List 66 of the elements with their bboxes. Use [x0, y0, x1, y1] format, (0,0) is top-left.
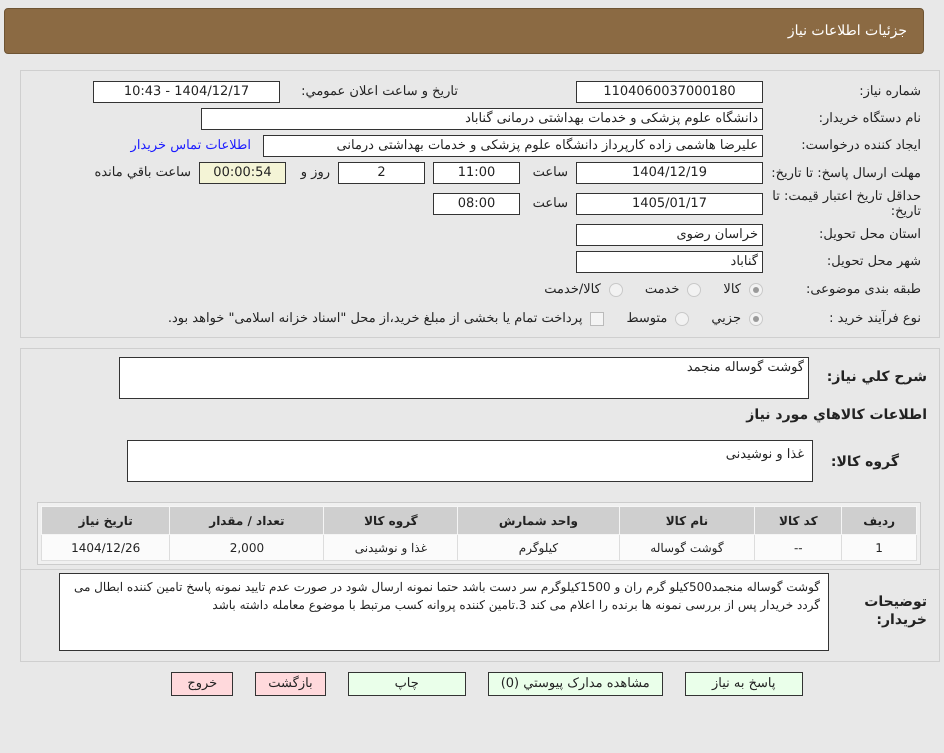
action-button[interactable]: مشاهده مدارک پيوستي (0) [488, 672, 663, 696]
field-value: 1404/12/17 - 10:43 [93, 81, 280, 103]
field-label: طبقه بندی موضوعی: [804, 281, 921, 300]
field-label: ايجاد کننده درخواست: [800, 137, 921, 156]
column-header: گروه کالا [324, 506, 458, 534]
field-value: 1405/01/17 [576, 193, 763, 215]
column-header: رديف [842, 506, 916, 534]
column-header: نام کالا [619, 506, 755, 534]
field-value: علیرضا هاشمی زاده کارپرداز دانشگاه علوم پزشکی و خدمات بهداشتی درمانی [263, 135, 763, 157]
section-title: اطلاعات کالاهاي مورد نياز [744, 406, 927, 425]
radio-button[interactable] [749, 283, 763, 297]
column-header: تعداد / مقدار [170, 506, 324, 534]
field-value: 1104060037000180 [576, 81, 763, 103]
field-label: مهلت ارسال پاسخ: تا تاریخ: [771, 166, 921, 180]
field-label: ساعت [532, 164, 568, 182]
table-cell: کیلوگرم [458, 534, 620, 560]
field-label: نوع فرآيند خريد : [828, 309, 921, 328]
field-label: ساعت باقي مانده [94, 164, 191, 182]
days-value: 2 [338, 162, 425, 184]
radio-label: کالا/خدمت [544, 281, 601, 300]
field-value: 11:00 [433, 162, 520, 184]
field-label: گروه کالا: [830, 452, 900, 472]
table-cell: 1404/12/26 [42, 534, 170, 560]
field-label: شماره نياز: [858, 83, 921, 102]
table-cell: گوشت گوساله [619, 534, 755, 560]
field-label: استان محل تحويل: [818, 226, 921, 244]
column-header: تاريخ نياز [42, 506, 170, 534]
column-header: واحد شمارش [458, 506, 620, 534]
buyer-contact-link[interactable]: اطلاعات تماس خريدار [130, 136, 251, 156]
field-label: تاريخ و ساعت اعلان عمومي: [300, 83, 458, 102]
radio-button[interactable] [749, 312, 763, 326]
field-value: 1404/12/19 [576, 162, 763, 184]
field-label: ساعت [532, 195, 568, 214]
radio-button[interactable] [608, 283, 623, 297]
table-cell: -- [754, 534, 842, 560]
action-button[interactable]: خروج [171, 672, 234, 696]
field-value: خراسان رضوی [576, 224, 763, 246]
field-label: توضيحات خريدار: [863, 593, 927, 629]
page-title: جزئيات اطلاعات نیاز [788, 22, 907, 40]
action-button[interactable]: پاسخ به نياز [684, 672, 803, 696]
field-label: حداقل تاريخ اعتبار قيمت: تا تاريخ: [771, 189, 921, 219]
table-cell: 2,000 [170, 534, 324, 560]
field-value: دانشگاه علوم پزشکی و خدمات بهداشتی درمانی گناباد [201, 108, 763, 130]
checkbox-label: پرداخت تمام يا بخشی از مبلغ خريد،از محل "اسناد خزانه اسلامی" خواهد بود. [168, 310, 582, 328]
table-cell: 1 [842, 534, 916, 560]
action-button[interactable]: بازگشت [255, 672, 326, 696]
radio-label: متوسط [626, 310, 668, 328]
field-label: شرح کلي نياز: [826, 368, 927, 387]
field-value: 08:00 [433, 193, 520, 215]
countdown-value: 00:00:54 [199, 162, 286, 184]
radio-label: خدمت [644, 281, 680, 300]
text-area[interactable]: گوشت گوساله منجمد [119, 357, 809, 399]
field-label: شهر محل تحويل: [826, 253, 921, 272]
radio-button[interactable] [675, 312, 690, 326]
text-area[interactable]: غذا و نوشیدنی [127, 440, 813, 482]
field-value: گناباد [576, 251, 763, 273]
radio-label: کالا [723, 281, 741, 300]
radio-label: جزيي [711, 310, 741, 328]
text-area[interactable]: گوشت گوساله منجمد500کیلو گرم ران و 1500کیلوگرم سر دست باشد حتما نمونه ارسال شود در صورت عدم تایید نمونه پاسخ تامین کننده ابطال می گردد خریدار پس از بررسی نمونه ها برنده را اعلام می کند 3.تامین کننده پروانه کسب مرتبط با موضوع معامله داشته باشد [59, 573, 829, 651]
radio-button[interactable] [687, 283, 702, 297]
action-button[interactable]: چاپ [348, 672, 466, 696]
checkbox[interactable] [590, 312, 604, 326]
field-label: روز و [299, 164, 330, 182]
field-label: نام دستگاه خريدار: [818, 110, 921, 128]
table-cell: غذا و نوشیدنی [324, 534, 458, 560]
column-header: کد کالا [754, 506, 842, 534]
